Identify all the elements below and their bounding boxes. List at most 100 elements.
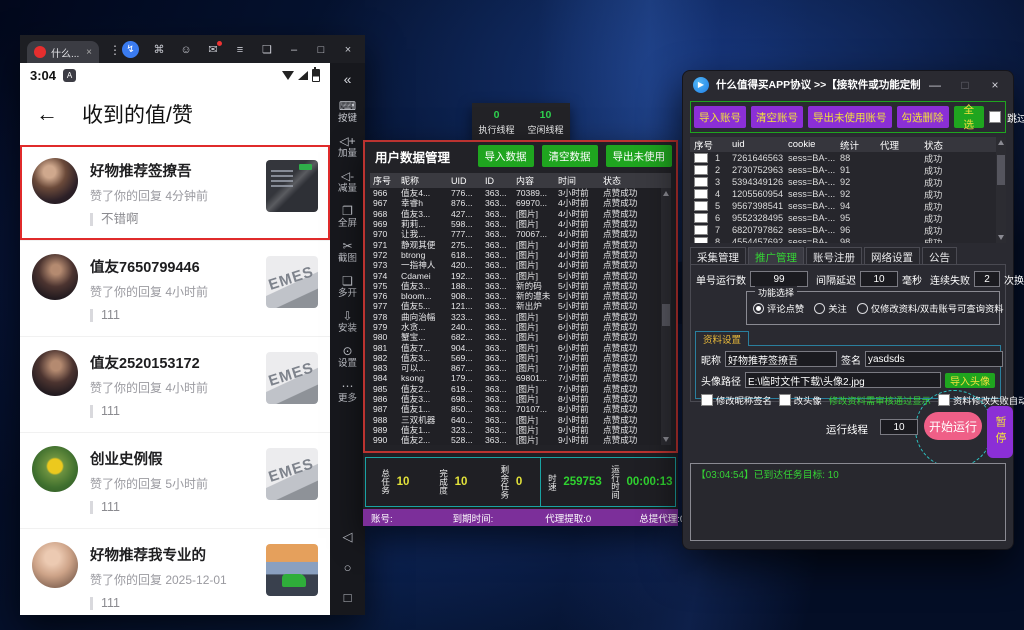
table-row[interactable]: 982 值友3... 569... 363... [图片] 7小时前 点赞成功	[370, 353, 671, 363]
emulator-tab[interactable]: 什么... ×	[27, 41, 99, 63]
sidebar-item-volume-down[interactable]: ◁- 减量	[338, 169, 357, 195]
scroll-up-icon[interactable]	[663, 191, 669, 196]
import-data-button[interactable]: 导入数据	[477, 145, 534, 167]
row-checkbox[interactable]	[694, 201, 708, 211]
account-icon[interactable]: ☺	[179, 44, 193, 56]
avatar-path-input[interactable]	[745, 372, 941, 388]
close-icon[interactable]: ×	[341, 44, 355, 56]
start-run-button[interactable]: 开始运行	[924, 412, 982, 440]
row-checkbox[interactable]	[694, 165, 708, 175]
table-row[interactable]: 966 值友4... 776... 363... 70389... 3小时前 点赞成功	[370, 188, 671, 198]
notification-item[interactable]: 创业史例假 赞了你的回复 5小时前 111 EMES	[20, 432, 330, 528]
profile-settings-tab[interactable]: 资料设置	[695, 331, 750, 346]
sidebar-item-keyboard[interactable]: ⌨ 按键	[338, 99, 357, 125]
scroll-thumb[interactable]	[662, 303, 670, 326]
table-row[interactable]: 973 一指神人 420... 363... [图片] 4小时前 点赞成功	[370, 260, 671, 270]
recents-icon[interactable]: □	[344, 590, 352, 605]
scroll-thumb[interactable]	[997, 155, 1005, 185]
sidebar-item-volume-up[interactable]: ◁+ 加量	[338, 134, 357, 160]
table-row[interactable]: 990 值友2... 528... 363... [图片] 9小时前 点赞成功	[370, 435, 671, 445]
radio-关注[interactable]: 关注	[814, 301, 847, 315]
notification-item[interactable]: 值友2520153172 赞了你的回复 4小时前 111 EMES	[20, 336, 330, 432]
sidebar-item-screenshot[interactable]: ✂ 截图	[338, 239, 357, 265]
home-icon[interactable]: ○	[344, 560, 352, 575]
table-row[interactable]: 976 bloom... 908... 363... 新的遭未 5小时前 点赞成功	[370, 291, 671, 301]
boost-icon[interactable]: ↯	[122, 41, 139, 58]
toolbar-button-导出未使用账号[interactable]: 导出未使用账号	[808, 106, 892, 128]
export-unused-button[interactable]: 导出未使用	[605, 145, 672, 167]
notification-thumbnail: EMES	[266, 352, 318, 404]
sidebar-item-multi-instance[interactable]: ❏ 多开	[338, 274, 357, 300]
table-row[interactable]: 981 值友7... 904... 363... [图片] 6小时前 点赞成功	[370, 342, 671, 353]
notification-item[interactable]: 好物推荐签撩吾 赞了你的回复 4分钟前 不错啊	[20, 145, 330, 240]
maximize-icon[interactable]: □	[314, 44, 328, 56]
account-table-scrollbar[interactable]	[996, 137, 1006, 243]
table-row[interactable]: 987 值友1... 850... 363... 70107... 8小时前 点赞成功	[370, 404, 671, 414]
table-row[interactable]: 974 Cdamei 192... 363... [图片] 5小时前 点赞成功	[370, 270, 671, 281]
run-threads-input[interactable]	[880, 419, 918, 435]
maximize-button[interactable]: □	[957, 78, 973, 92]
sidebar-item-install-apk[interactable]: ⇩ 安装	[338, 309, 357, 335]
table-row[interactable]: 984 ksong 179... 363... 69801... 7小时前 点赞成功	[370, 373, 671, 383]
toolbar-button-勾选删除[interactable]: 勾选删除	[896, 106, 949, 128]
table-row[interactable]: 983 可以... 867... 363... [图片] 7小时前 点赞成功	[370, 363, 671, 373]
toolbar-button-导入账号[interactable]: 导入账号	[694, 106, 746, 128]
table-row[interactable]: 980 蟹宝... 682... 363... [图片] 6小时前 点赞成功	[370, 332, 671, 342]
mail-icon[interactable]: ✉	[206, 41, 222, 56]
scroll-down-icon[interactable]	[663, 437, 669, 442]
notification-item[interactable]: 好物推荐我专业的 赞了你的回复 2025-12-01 111	[20, 528, 330, 615]
row-checkbox[interactable]	[694, 225, 708, 235]
run-count-input[interactable]	[750, 271, 808, 287]
signature-input[interactable]	[865, 351, 1003, 367]
nickname-input[interactable]	[725, 351, 837, 367]
row-checkbox[interactable]	[694, 189, 708, 199]
table-row[interactable]: 967 幸睿h 876... 363... 69970... 4小时前 点赞成功	[370, 198, 671, 208]
close-button[interactable]: ×	[987, 78, 1003, 92]
sidebar-item-settings[interactable]: ⊙ 设置	[338, 344, 357, 370]
data-table-scrollbar[interactable]	[661, 188, 671, 445]
back-arrow-icon[interactable]: ←	[36, 103, 58, 125]
tab-menu-icon[interactable]: ⋮	[109, 43, 122, 57]
back-icon[interactable]: ◁	[343, 529, 353, 545]
delay-input[interactable]	[860, 271, 898, 287]
notification-item[interactable]: 值友7650799446 赞了你的回复 4小时前 111 EMES	[20, 240, 330, 336]
toolbar-button-清空账号[interactable]: 清空账号	[751, 106, 803, 128]
table-row[interactable]: 975 值友3... 188... 363... 新的码 5小时前 点赞成功	[370, 281, 671, 291]
sidebar-item-fullscreen[interactable]: ❐ 全屏	[338, 204, 357, 230]
table-row[interactable]: 985 值友2... 619... 363... [图片] 7小时前 点赞成功	[370, 384, 671, 394]
table-row[interactable]: 986 值友3... 698... 363... [图片] 8小时前 点赞成功	[370, 394, 671, 404]
fail-input[interactable]	[974, 271, 1000, 287]
table-row[interactable]: 979 水贪... 240... 363... [图片] 6小时前 点赞成功	[370, 322, 671, 332]
skip-used-checkbox[interactable]	[989, 111, 1001, 123]
sidebar-collapse-icon[interactable]: «	[330, 63, 365, 87]
minimize-icon[interactable]: –	[287, 44, 301, 56]
scroll-down-icon[interactable]	[998, 235, 1004, 240]
minimize-button[interactable]: —	[927, 78, 943, 92]
gamepad-icon[interactable]: ⌘	[152, 43, 166, 56]
row-checkbox[interactable]	[694, 177, 708, 187]
radio-评论点赞[interactable]: 评论点赞	[753, 301, 804, 315]
import-avatar-button[interactable]: 导入头像	[945, 372, 995, 388]
table-row[interactable]: 968 值友3... 427... 363... [图片] 4小时前 点赞成功	[370, 209, 671, 219]
scroll-up-icon[interactable]	[998, 140, 1004, 145]
table-row[interactable]: 989 值友1... 323... 363... [图片] 9小时前 点赞成功	[370, 425, 671, 435]
table-row[interactable]: 977 值友5... 121... 363... 新出炉 5小时前 点赞成功	[370, 301, 671, 311]
menu-icon[interactable]: ≡	[233, 44, 247, 56]
table-row[interactable]: 978 曲向治幅 323... 363... [图片] 5小时前 点赞成功	[370, 312, 671, 322]
row-checkbox[interactable]	[694, 213, 708, 223]
radio-仅修改资料/双击账号可查询资料[interactable]: 仅修改资料/双击账号可查询资料	[856, 301, 1004, 315]
table-row[interactable]: 988 三双机器 640... 363... [图片] 8小时前 点赞成功	[370, 415, 671, 425]
table-row[interactable]: 969 莉莉... 598... 363... [图片] 4小时前 点赞成功	[370, 219, 671, 229]
row-checkbox[interactable]	[694, 153, 708, 163]
popout-icon[interactable]: ❏	[260, 43, 274, 56]
pause-button[interactable]: 暂停	[987, 406, 1013, 458]
toolbar-button-全选[interactable]: 全选	[953, 104, 984, 131]
clear-data-button[interactable]: 清空数据	[541, 145, 598, 167]
table-row[interactable]: 971 静观其便 275... 363... [图片] 4小时前 点赞成功	[370, 239, 671, 250]
account-row[interactable]: 8 4554457692 sess=BA-... 98 成功	[690, 236, 1006, 243]
row-checkbox[interactable]	[694, 237, 708, 243]
table-row[interactable]: 972 btrong 618... 363... [图片] 4小时前 点赞成功	[370, 250, 671, 260]
table-row[interactable]: 970 让我... 777... 363... 70067... 4小时前 点赞成功	[370, 229, 671, 239]
sidebar-item-more[interactable]: ⋯ 更多	[338, 379, 357, 405]
tab-close-icon[interactable]: ×	[86, 47, 92, 58]
